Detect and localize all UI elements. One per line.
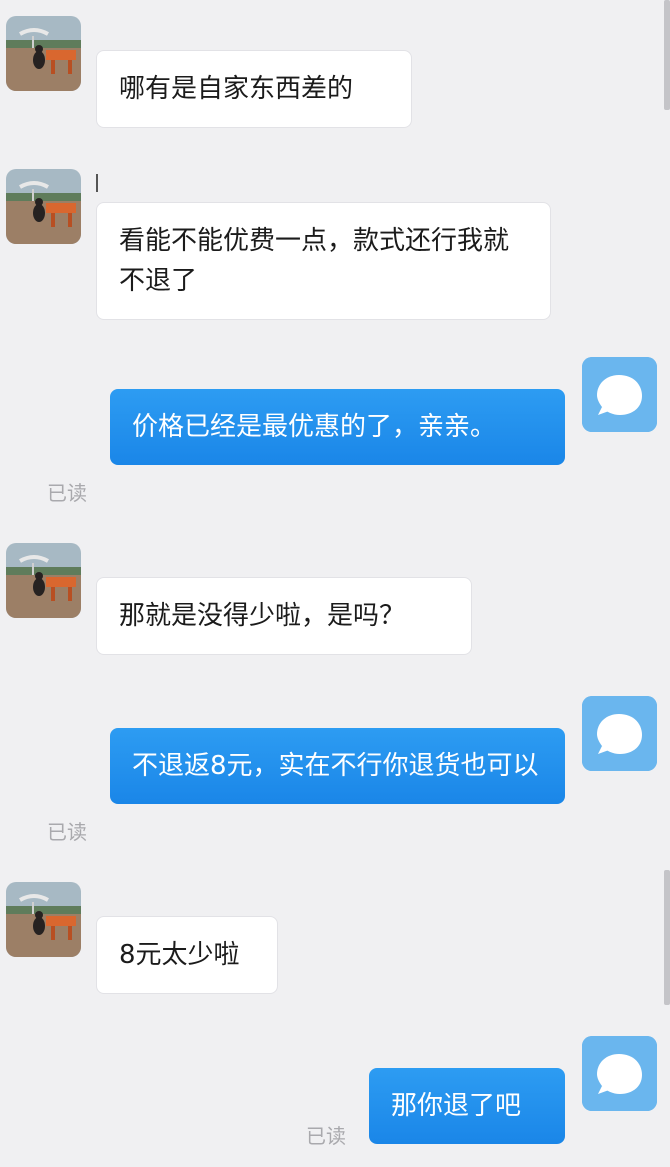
speech-bubble-avatar-icon <box>582 696 657 771</box>
message-bubble-outgoing[interactable]: 价格已经是最优惠的了，亲亲。 <box>110 389 565 465</box>
contact-avatar[interactable] <box>6 543 81 618</box>
message-bubble-incoming[interactable]: 看能不能优费一点，款式还行我就不退了 <box>96 202 551 320</box>
contact-avatar[interactable] <box>6 16 81 91</box>
scrollbar-top[interactable] <box>664 0 670 110</box>
message-bubble-incoming[interactable]: 哪有是自家东西差的 <box>96 50 412 128</box>
speech-bubble-avatar-icon <box>582 1036 657 1111</box>
contact-avatar[interactable] <box>6 169 81 244</box>
dog-photo-avatar-icon <box>6 543 81 618</box>
read-status: 已读 <box>47 481 87 505</box>
read-status: 已读 <box>47 820 87 844</box>
dog-photo-avatar-icon <box>6 882 81 957</box>
dog-photo-avatar-icon <box>6 16 81 91</box>
self-avatar[interactable] <box>582 1036 657 1111</box>
message-bubble-outgoing[interactable]: 不退返8元，实在不行你退货也可以 <box>110 728 565 804</box>
dog-photo-avatar-icon <box>6 169 81 244</box>
chat-view[interactable]: 哪有是自家东西差的 看能不能优费一点，款式还行我就不退了 价格已经是最优惠的了，… <box>0 0 670 1167</box>
scrollbar-bottom[interactable] <box>664 870 670 1005</box>
message-bubble-incoming[interactable]: 那就是没得少啦，是吗？ <box>96 577 472 655</box>
self-avatar[interactable] <box>582 696 657 771</box>
message-bubble-outgoing[interactable]: 那你退了吧 <box>369 1068 565 1144</box>
speech-bubble-avatar-icon <box>582 357 657 432</box>
message-bubble-incoming[interactable]: 8元太少啦 <box>96 916 278 994</box>
contact-avatar[interactable] <box>6 882 81 957</box>
self-avatar[interactable] <box>582 357 657 432</box>
cursor-mark <box>96 174 98 192</box>
read-status: 已读 <box>306 1124 346 1148</box>
